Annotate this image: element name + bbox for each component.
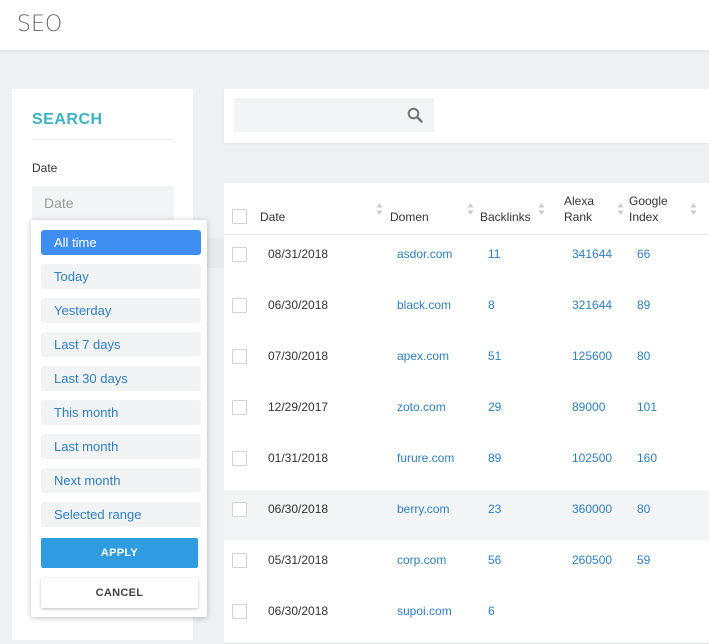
sort-arrows-icon[interactable] xyxy=(538,202,545,216)
cell-domain-link[interactable]: black.com xyxy=(397,298,451,312)
cell-domain-link[interactable]: zoto.com xyxy=(397,400,446,414)
cell-backlinks: 89 xyxy=(488,451,502,465)
cell-google-index: 89 xyxy=(637,298,651,312)
date-option[interactable]: Last month xyxy=(41,434,201,459)
sort-arrows-icon[interactable] xyxy=(617,202,624,216)
cell-backlinks: 11 xyxy=(488,247,501,261)
cell-backlinks: 6 xyxy=(488,604,495,618)
cell-domain-link[interactable]: asdor.com xyxy=(397,247,452,261)
cell-backlinks: 56 xyxy=(488,553,502,567)
cell-google-index: 80 xyxy=(637,502,651,516)
date-option[interactable]: Next month xyxy=(41,468,201,493)
column-header-alexa-rank[interactable]: Alexa Rank xyxy=(564,193,594,225)
cell-domain-link[interactable]: corp.com xyxy=(397,553,446,567)
select-all-checkbox[interactable] xyxy=(232,209,247,224)
date-input[interactable] xyxy=(32,186,174,220)
cell-backlinks: 29 xyxy=(488,400,502,414)
page-title: SEO xyxy=(17,12,63,37)
row-checkbox[interactable] xyxy=(232,604,247,619)
cell-domain-link[interactable]: apex.com xyxy=(397,349,449,363)
cell-google-index: 101 xyxy=(637,400,658,414)
cell-alexa-rank: 321644 xyxy=(572,298,613,312)
search-icon[interactable] xyxy=(407,107,423,123)
search-box[interactable] xyxy=(234,98,434,132)
cell-backlinks: 8 xyxy=(488,298,495,312)
row-checkbox[interactable] xyxy=(232,349,247,364)
sort-arrows-icon[interactable] xyxy=(690,202,697,216)
date-option[interactable]: Last 30 days xyxy=(41,366,201,391)
background-strip xyxy=(207,238,224,268)
cell-date: 12/29/2017 xyxy=(268,400,329,414)
table-row[interactable]: 06/30/2018 black.com 8 321644 89 xyxy=(224,286,709,338)
cell-alexa-rank: 102500 xyxy=(572,451,613,465)
column-header-alexa-line1: Alexa xyxy=(564,194,595,208)
column-header-alexa-line2: Rank xyxy=(564,210,593,224)
cell-date: 06/30/2018 xyxy=(268,298,329,312)
row-checkbox[interactable] xyxy=(232,247,247,262)
date-range-dropdown: All time Today Yesterday Last 7 days Last 30… xyxy=(31,220,207,617)
cell-google-index: 80 xyxy=(637,349,651,363)
cell-domain-link[interactable]: supoi.com xyxy=(397,604,452,618)
table-row[interactable]: 12/29/2017 zoto.com 29 89000 101 xyxy=(224,388,709,440)
cell-google-index: 66 xyxy=(637,247,651,261)
column-header-backlinks[interactable]: Backlinks xyxy=(480,209,531,225)
table-row[interactable]: 05/31/2018 corp.com 56 260500 59 xyxy=(224,541,709,593)
row-checkbox[interactable] xyxy=(232,400,247,415)
column-header-google-line1: Google xyxy=(629,194,668,208)
app-header: SEO xyxy=(0,0,709,51)
cell-google-index: 59 xyxy=(637,553,651,567)
date-option[interactable]: Last 7 days xyxy=(41,332,201,357)
table-row[interactable]: 07/30/2018 apex.com 51 125600 80 xyxy=(224,337,709,389)
cell-domain-link[interactable]: furure.com xyxy=(397,451,454,465)
column-header-date[interactable]: Date xyxy=(260,209,285,225)
column-header-google-index[interactable]: Google Index xyxy=(629,193,668,225)
apply-button[interactable]: APPLY xyxy=(41,538,198,568)
sort-arrows-icon[interactable] xyxy=(376,202,383,216)
cell-google-index: 160 xyxy=(637,451,658,465)
cell-backlinks: 23 xyxy=(488,502,502,516)
table-row[interactable]: 08/31/2018 asdor.com 11 341644 66 xyxy=(224,235,709,287)
cell-date: 06/30/2018 xyxy=(268,604,329,618)
results-table: Date Domen Backlinks Alexa Rank Google I… xyxy=(224,183,709,644)
date-option[interactable]: Today xyxy=(41,264,201,289)
column-header-google-line2: Index xyxy=(629,210,659,224)
cell-domain-link[interactable]: berry.com xyxy=(397,502,449,516)
row-checkbox[interactable] xyxy=(232,553,247,568)
cell-date: 01/31/2018 xyxy=(268,451,329,465)
cell-alexa-rank: 260500 xyxy=(572,553,613,567)
cell-alexa-rank: 125600 xyxy=(572,349,613,363)
search-input[interactable] xyxy=(234,98,404,132)
cell-date: 07/30/2018 xyxy=(268,349,329,363)
date-option[interactable]: This month xyxy=(41,400,201,425)
cell-date: 06/30/2018 xyxy=(268,502,329,516)
sort-arrows-icon[interactable] xyxy=(467,202,474,216)
cell-backlinks: 51 xyxy=(488,349,502,363)
cancel-button[interactable]: CANCEL xyxy=(41,578,198,608)
cell-alexa-rank: 341644 xyxy=(572,247,613,261)
column-header-domain[interactable]: Domen xyxy=(390,209,429,225)
date-label: Date xyxy=(32,161,58,175)
sidebar-divider xyxy=(32,139,173,140)
table-header: Date Domen Backlinks Alexa Rank Google I… xyxy=(224,183,709,235)
row-checkbox[interactable] xyxy=(232,451,247,466)
date-option[interactable]: Selected range xyxy=(41,502,201,527)
table-row[interactable]: 06/30/2018 berry.com 23 360000 80 xyxy=(224,490,709,542)
date-option[interactable]: Yesterday xyxy=(41,298,201,323)
date-option[interactable]: All time xyxy=(41,230,201,255)
cell-alexa-rank: 89000 xyxy=(572,400,606,414)
row-checkbox[interactable] xyxy=(232,502,247,517)
cell-alexa-rank: 360000 xyxy=(572,502,613,516)
cell-date: 08/31/2018 xyxy=(268,247,329,261)
sidebar-heading: SEARCH xyxy=(32,111,103,128)
cell-date: 05/31/2018 xyxy=(268,553,329,567)
search-panel xyxy=(224,89,709,143)
table-row[interactable]: 01/31/2018 furure.com 89 102500 160 xyxy=(224,439,709,491)
row-checkbox[interactable] xyxy=(232,298,247,313)
table-row[interactable]: 06/30/2018 supoi.com 6 xyxy=(224,592,709,644)
